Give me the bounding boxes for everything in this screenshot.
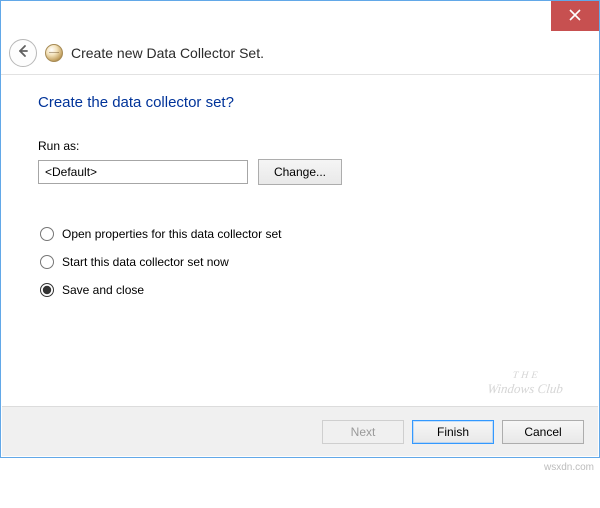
change-button[interactable]: Change... <box>258 159 342 185</box>
wizard-window: Create new Data Collector Set. Create th… <box>0 0 600 458</box>
wizard-title: Create new Data Collector Set. <box>71 45 264 61</box>
wizard-footer: Next Finish Cancel <box>2 406 598 456</box>
arrow-left-icon <box>16 44 30 61</box>
radio-save-close-label: Save and close <box>62 283 144 297</box>
wizard-content: Create the data collector set? Run as: C… <box>2 76 598 405</box>
runas-row: Change... <box>38 159 562 185</box>
titlebar <box>1 1 599 31</box>
cancel-button[interactable]: Cancel <box>502 420 584 444</box>
radio-open-properties-input[interactable] <box>40 227 54 241</box>
radio-start-now-label: Start this data collector set now <box>62 255 229 269</box>
post-action-radio-group: Open properties for this data collector … <box>40 227 562 297</box>
close-button[interactable] <box>551 1 599 31</box>
radio-open-properties-label: Open properties for this data collector … <box>62 227 281 241</box>
radio-start-now[interactable]: Start this data collector set now <box>40 255 562 269</box>
radio-start-now-input[interactable] <box>40 255 54 269</box>
page-heading: Create the data collector set? <box>38 94 562 111</box>
radio-save-close[interactable]: Save and close <box>40 283 562 297</box>
radio-open-properties[interactable]: Open properties for this data collector … <box>40 227 562 241</box>
wizard-header: Create new Data Collector Set. <box>1 31 599 75</box>
runas-label: Run as: <box>38 139 562 153</box>
finish-button[interactable]: Finish <box>412 420 494 444</box>
close-icon <box>569 9 581 24</box>
back-button[interactable] <box>9 39 37 67</box>
attribution-text: wsxdn.com <box>544 462 594 473</box>
app-icon <box>45 44 63 62</box>
next-button: Next <box>322 420 404 444</box>
runas-input[interactable] <box>38 160 248 184</box>
radio-save-close-input[interactable] <box>40 283 54 297</box>
